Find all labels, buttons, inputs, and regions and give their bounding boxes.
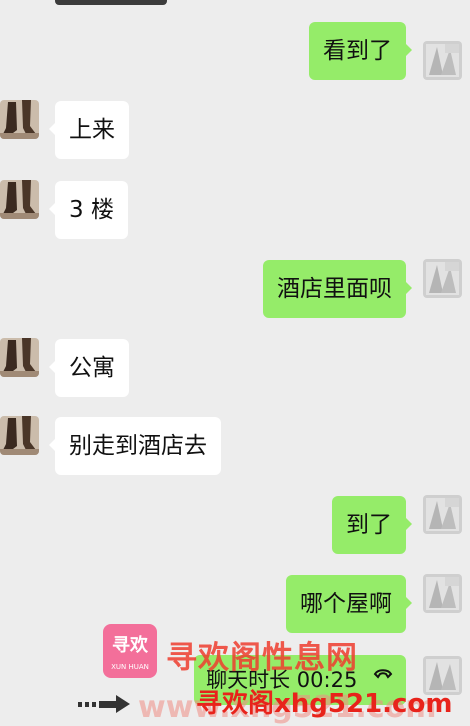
contact-avatar[interactable] (0, 100, 39, 139)
self-avatar[interactable] (423, 574, 462, 613)
message-bubble-incoming[interactable]: 3 楼 (49, 181, 128, 239)
contact-avatar[interactable] (0, 338, 39, 377)
svg-text:XUN HUAN: XUN HUAN (111, 663, 149, 671)
watermark-site: 寻欢阁xhg521.com (196, 689, 453, 719)
previous-message-edge (55, 0, 167, 5)
avatar-image (0, 180, 39, 219)
avatar-image (423, 574, 462, 613)
svg-text:寻欢: 寻欢 (112, 635, 149, 656)
message-text: 公寓 (69, 355, 115, 381)
self-avatar[interactable] (423, 495, 462, 534)
avatar-image (423, 495, 462, 534)
chat-view: 看到了 上来 3 楼 酒店里面呗 公寓 别走到酒店去 到了 哪个屋啊 聊天时长 … (0, 0, 470, 726)
message-bubble-outgoing[interactable]: 哪个屋啊 (286, 575, 412, 633)
message-text: 到了 (346, 512, 392, 538)
avatar-image (0, 338, 39, 377)
message-text: 别走到酒店去 (69, 433, 207, 459)
watermark-brand: 寻欢阁性息网 (166, 640, 358, 676)
avatar-image (0, 100, 39, 139)
message-text: 哪个屋啊 (300, 591, 392, 617)
watermark-logo: 寻欢 XUN HUAN (103, 624, 157, 678)
self-avatar[interactable] (423, 259, 462, 298)
message-text: 看到了 (323, 38, 392, 64)
message-text: 酒店里面呗 (277, 276, 392, 302)
arrow-icon (78, 695, 130, 713)
contact-avatar[interactable] (0, 180, 39, 219)
message-text: 上来 (69, 117, 115, 143)
message-bubble-outgoing[interactable]: 到了 (332, 496, 412, 554)
self-avatar[interactable] (423, 41, 462, 80)
message-bubble-incoming[interactable]: 上来 (49, 101, 129, 159)
message-bubble-incoming[interactable]: 别走到酒店去 (49, 417, 221, 475)
avatar-image (423, 259, 462, 298)
message-bubble-outgoing[interactable]: 酒店里面呗 (263, 260, 412, 318)
message-text: 3 楼 (69, 197, 114, 223)
avatar-image (423, 41, 462, 80)
contact-avatar[interactable] (0, 416, 39, 455)
message-bubble-incoming[interactable]: 公寓 (49, 339, 129, 397)
avatar-image (0, 416, 39, 455)
message-bubble-outgoing[interactable]: 看到了 (309, 22, 412, 80)
